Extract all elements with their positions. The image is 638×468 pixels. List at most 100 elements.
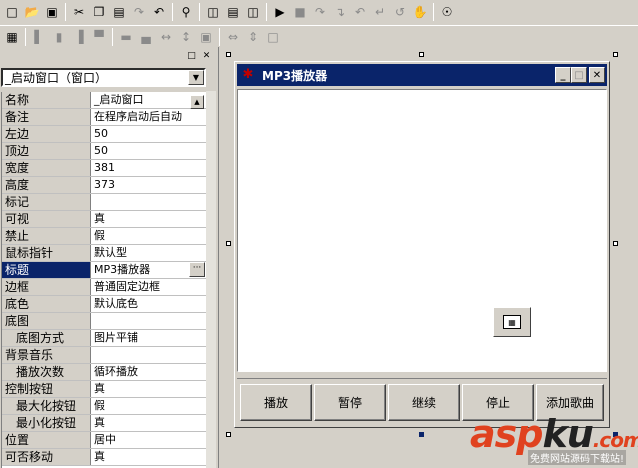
same-size-icon[interactable]: □ bbox=[263, 27, 283, 46]
property-value[interactable]: 普通固定边框 bbox=[91, 279, 206, 295]
property-row[interactable]: 标题 MP3播放器 ··· bbox=[2, 262, 206, 279]
property-row[interactable]: 背景音乐 bbox=[2, 347, 206, 364]
space-horizontal-icon[interactable]: ↔ bbox=[156, 27, 176, 46]
maximize-icon[interactable]: □ bbox=[571, 67, 587, 83]
find-icon[interactable]: ⚲ bbox=[176, 3, 196, 22]
property-row[interactable]: 控制按钮真 bbox=[2, 381, 206, 398]
property-row[interactable]: 底图 bbox=[2, 313, 206, 330]
selection-handle[interactable] bbox=[613, 241, 618, 246]
undo-icon[interactable]: ↶ bbox=[149, 3, 169, 22]
property-value[interactable]: 假 bbox=[91, 398, 206, 414]
property-value[interactable] bbox=[91, 194, 206, 210]
step-over-icon[interactable]: ↶ bbox=[350, 3, 370, 22]
breakpoint-icon[interactable]: ↺ bbox=[390, 3, 410, 22]
property-row[interactable]: 标记 bbox=[2, 194, 206, 211]
pause-button[interactable]: 暂停 bbox=[314, 384, 386, 421]
property-value[interactable] bbox=[91, 313, 206, 329]
selection-handle[interactable] bbox=[419, 52, 424, 57]
resume-button[interactable]: 继续 bbox=[388, 384, 460, 421]
timer-control[interactable]: ▦ bbox=[493, 307, 531, 337]
property-row[interactable]: 名称 _启动窗口 bbox=[2, 92, 206, 109]
property-value[interactable]: 在程序启动后自动 bbox=[91, 109, 206, 125]
same-height-icon[interactable]: ⇕ bbox=[243, 27, 263, 46]
align-top-icon[interactable]: ▀ bbox=[89, 27, 109, 46]
step-out-icon[interactable]: ↵ bbox=[370, 3, 390, 22]
property-value[interactable]: 373 bbox=[91, 177, 206, 193]
properties-icon[interactable]: ▦ bbox=[2, 27, 22, 46]
form-title-bar[interactable]: ✱ MP3播放器 _ □ ✕ bbox=[237, 64, 607, 86]
property-value[interactable]: 50 bbox=[91, 143, 206, 159]
window-icon[interactable]: ▤ bbox=[223, 3, 243, 22]
property-value[interactable]: 假 bbox=[91, 228, 206, 244]
save-icon[interactable]: ▣ bbox=[42, 3, 62, 22]
step-icon[interactable]: ↷ bbox=[310, 3, 330, 22]
chevron-down-icon[interactable]: ▼ bbox=[188, 70, 204, 85]
property-row[interactable]: 位置 居中 bbox=[2, 432, 206, 449]
property-row[interactable]: 可否移动真 bbox=[2, 449, 206, 466]
align-center-icon[interactable]: ▮ bbox=[49, 27, 69, 46]
property-grid-scrollbar[interactable] bbox=[206, 91, 216, 468]
close-icon[interactable]: ✕ bbox=[201, 51, 212, 62]
property-row[interactable]: 播放次数 循环播放 bbox=[2, 364, 206, 381]
open-folder-icon[interactable]: 📂 bbox=[22, 3, 42, 22]
property-row[interactable]: 鼠标指针 默认型 bbox=[2, 245, 206, 262]
stop-icon[interactable]: ■ bbox=[290, 3, 310, 22]
property-row[interactable]: 高度 373 bbox=[2, 177, 206, 194]
property-row[interactable]: 最小化按钮真 bbox=[2, 415, 206, 432]
space-vertical-icon[interactable]: ↕ bbox=[176, 27, 196, 46]
property-row[interactable]: 左边 50 bbox=[2, 126, 206, 143]
copy-icon[interactable]: ❐ bbox=[89, 3, 109, 22]
step-into-icon[interactable]: ↴ bbox=[330, 3, 350, 22]
pin-icon[interactable]: □ bbox=[186, 51, 197, 62]
property-value[interactable]: 真 bbox=[91, 449, 206, 465]
watch-icon[interactable]: ☉ bbox=[437, 3, 457, 22]
property-row[interactable]: 宽度 381 bbox=[2, 160, 206, 177]
property-row[interactable]: 底图方式 图片平铺 bbox=[2, 330, 206, 347]
close-icon[interactable]: ✕ bbox=[589, 67, 605, 83]
same-width-icon[interactable]: ⇔ bbox=[223, 27, 243, 46]
form-client-area[interactable]: ▦ bbox=[237, 89, 607, 372]
property-value[interactable]: _启动窗口 bbox=[91, 92, 206, 108]
property-row[interactable]: 最大化按钮假 bbox=[2, 398, 206, 415]
new-file-icon[interactable]: □ bbox=[2, 3, 22, 22]
hand-icon[interactable]: ✋ bbox=[410, 3, 430, 22]
designed-form-window[interactable]: ✱ MP3播放器 _ □ ✕ ▦ 播放 暂停 继续 停止 添加歌曲 bbox=[234, 61, 610, 428]
property-value[interactable]: 图片平铺 bbox=[91, 330, 206, 346]
cut-icon[interactable]: ✂ bbox=[69, 3, 89, 22]
property-row[interactable]: 边框 普通固定边框 bbox=[2, 279, 206, 296]
center-icon[interactable]: ▣ bbox=[196, 27, 216, 46]
property-value[interactable]: 居中 bbox=[91, 432, 206, 448]
selection-handle[interactable] bbox=[419, 432, 424, 437]
align-bottom-icon[interactable]: ▄ bbox=[136, 27, 156, 46]
selection-handle[interactable] bbox=[226, 52, 231, 57]
property-row[interactable]: 可视真 bbox=[2, 211, 206, 228]
align-left-icon[interactable]: ▌ bbox=[29, 27, 49, 46]
align-right-icon[interactable]: ▐ bbox=[69, 27, 89, 46]
run-icon[interactable]: ▶ bbox=[270, 3, 290, 22]
property-value[interactable]: MP3播放器 bbox=[91, 262, 189, 278]
property-value[interactable] bbox=[91, 347, 206, 363]
align-middle-icon[interactable]: ▬ bbox=[116, 27, 136, 46]
ellipsis-button[interactable]: ··· bbox=[189, 262, 205, 277]
object-select[interactable]: _启动窗口（窗口） ▼ bbox=[1, 68, 206, 87]
property-value[interactable]: 真 bbox=[91, 211, 206, 227]
property-row[interactable]: 备注 在程序启动后自动 bbox=[2, 109, 206, 126]
minimize-icon[interactable]: _ bbox=[555, 67, 571, 83]
split-window-icon[interactable]: ◫ bbox=[243, 3, 263, 22]
scroll-up-arrow-icon[interactable]: ▲ bbox=[190, 95, 204, 109]
redo-icon[interactable]: ↷ bbox=[129, 3, 149, 22]
selection-handle[interactable] bbox=[226, 432, 231, 437]
property-value[interactable]: 真 bbox=[91, 415, 206, 431]
property-value[interactable]: 50 bbox=[91, 126, 206, 142]
property-row[interactable]: 顶边 50 bbox=[2, 143, 206, 160]
property-row[interactable]: 底色 默认底色 bbox=[2, 296, 206, 313]
selection-handle[interactable] bbox=[613, 52, 618, 57]
property-value[interactable]: 循环播放 bbox=[91, 364, 206, 380]
selection-handle[interactable] bbox=[226, 241, 231, 246]
property-value[interactable]: 默认型 bbox=[91, 245, 206, 261]
property-value[interactable]: 381 bbox=[91, 160, 206, 176]
play-button[interactable]: 播放 bbox=[240, 384, 312, 421]
property-row[interactable]: 禁止假 bbox=[2, 228, 206, 245]
property-value[interactable]: 真 bbox=[91, 381, 206, 397]
layout-icon[interactable]: ◫ bbox=[203, 3, 223, 22]
